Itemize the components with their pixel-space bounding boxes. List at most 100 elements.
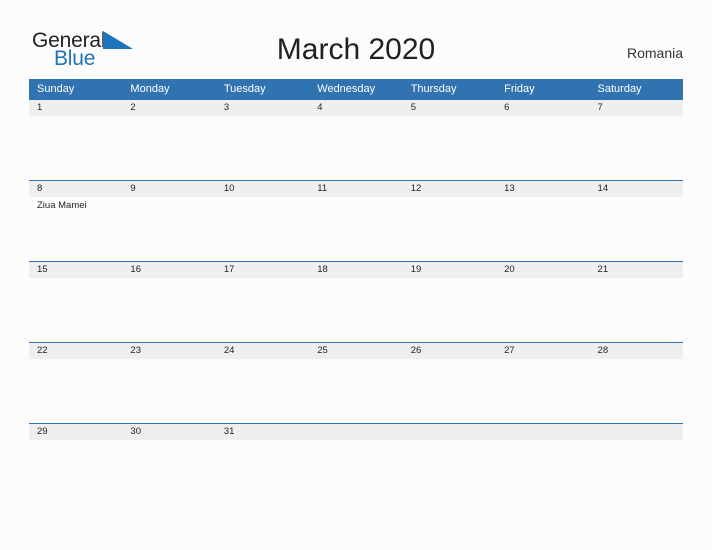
day-number: 21 xyxy=(589,262,683,278)
day-cell-inner xyxy=(496,424,590,504)
day-events xyxy=(496,278,589,281)
calendar-body: 1 2 3 4 5 6 7 8 Ziua Mamei 9 10 11 12 13 14 15 16 17 18 19 2… xyxy=(29,99,683,504)
day-number: 20 xyxy=(496,262,590,278)
calendar-day-cell[interactable]: 20 xyxy=(496,261,590,343)
day-number: 25 xyxy=(309,343,403,359)
calendar-day-cell[interactable]: 18 xyxy=(309,261,403,343)
day-cell-inner: 16 xyxy=(122,262,216,342)
calendar-page: General Blue March 2020 Romania Sunday M… xyxy=(0,0,712,550)
day-events xyxy=(403,197,496,200)
day-cell-inner: 22 xyxy=(29,343,123,423)
calendar-day-cell[interactable]: 13 xyxy=(496,180,590,262)
day-number: 16 xyxy=(122,262,216,278)
calendar-day-cell[interactable]: 15 xyxy=(29,261,123,343)
calendar-day-cell[interactable]: 7 xyxy=(589,99,683,181)
calendar-day-cell[interactable]: 14 xyxy=(589,180,683,262)
page-header: General Blue March 2020 Romania xyxy=(0,0,712,79)
calendar-day-cell[interactable]: 2 xyxy=(122,99,216,181)
day-cell-inner: 29 xyxy=(29,424,123,504)
calendar-day-cell[interactable]: 10 xyxy=(215,180,310,262)
day-events xyxy=(29,278,122,281)
calendar-day-cell[interactable]: 27 xyxy=(496,342,590,424)
day-cell-inner: 1 xyxy=(29,100,123,180)
calendar-day-cell[interactable]: 22 xyxy=(29,342,123,424)
calendar-day-cell[interactable] xyxy=(309,423,403,504)
calendar-day-cell[interactable]: 19 xyxy=(402,261,497,343)
day-cell-inner: 8 Ziua Mamei xyxy=(29,181,123,261)
day-events xyxy=(403,440,496,443)
calendar-day-cell[interactable] xyxy=(496,423,590,504)
calendar-day-cell[interactable]: 29 xyxy=(29,423,123,504)
calendar-week-row: 29 30 31 xyxy=(29,423,683,504)
calendar-day-cell[interactable]: 24 xyxy=(215,342,310,424)
calendar-table: Sunday Monday Tuesday Wednesday Thursday… xyxy=(29,79,683,504)
calendar-day-cell[interactable]: 1 xyxy=(29,99,123,181)
calendar-day-cell[interactable]: 4 xyxy=(309,99,403,181)
calendar-day-cell[interactable]: 16 xyxy=(122,261,216,343)
calendar-day-cell[interactable]: 11 xyxy=(309,180,403,262)
calendar-day-cell[interactable]: 25 xyxy=(309,342,403,424)
day-cell-inner: 26 xyxy=(402,343,497,423)
calendar-day-cell[interactable]: 5 xyxy=(402,99,497,181)
weekday-header-tuesday: Tuesday xyxy=(215,79,310,100)
day-cell-inner: 18 xyxy=(309,262,403,342)
day-events xyxy=(122,440,215,443)
calendar-day-cell[interactable]: 26 xyxy=(402,342,497,424)
calendar-day-cell[interactable]: 23 xyxy=(122,342,216,424)
calendar-day-cell[interactable]: 28 xyxy=(589,342,683,424)
calendar-day-cell[interactable]: 21 xyxy=(589,261,683,343)
calendar-week-row: 22 23 24 25 26 27 28 xyxy=(29,342,683,424)
day-number: 14 xyxy=(589,181,683,197)
calendar-week-row: 1234567 xyxy=(29,99,683,181)
day-events xyxy=(403,278,496,281)
day-events xyxy=(29,116,122,119)
day-events xyxy=(29,440,122,443)
calendar-week-row: 8 Ziua Mamei 9 10 11 12 13 14 xyxy=(29,180,683,262)
day-cell-inner: 5 xyxy=(402,100,497,180)
day-number xyxy=(496,424,590,440)
day-cell-inner: 28 xyxy=(589,343,683,423)
calendar-day-cell[interactable] xyxy=(402,423,497,504)
day-number: 1 xyxy=(29,100,123,116)
day-cell-inner: 15 xyxy=(29,262,123,342)
day-number: 22 xyxy=(29,343,123,359)
day-events xyxy=(590,440,683,443)
calendar-day-cell[interactable]: 17 xyxy=(215,261,310,343)
day-events xyxy=(309,116,402,119)
day-number xyxy=(402,424,497,440)
day-number: 10 xyxy=(215,181,310,197)
day-events xyxy=(309,440,402,443)
day-number: 12 xyxy=(402,181,497,197)
calendar-day-cell[interactable]: 9 xyxy=(122,180,216,262)
day-number: 18 xyxy=(309,262,403,278)
day-cell-inner: 11 xyxy=(309,181,403,261)
calendar-day-cell[interactable]: 31 xyxy=(215,423,310,504)
day-events xyxy=(590,359,683,362)
day-cell-inner: 23 xyxy=(122,343,216,423)
calendar-day-cell[interactable]: 8 Ziua Mamei xyxy=(29,180,123,262)
day-cell-inner xyxy=(309,424,403,504)
day-events xyxy=(122,359,215,362)
day-number: 2 xyxy=(122,100,216,116)
page-title: March 2020 xyxy=(276,33,436,66)
day-events xyxy=(216,440,309,443)
day-number xyxy=(309,424,403,440)
day-events xyxy=(309,197,402,200)
day-events xyxy=(496,440,589,443)
day-events xyxy=(122,278,215,281)
day-number: 24 xyxy=(215,343,310,359)
calendar-day-cell[interactable]: 6 xyxy=(496,99,590,181)
calendar-day-cell[interactable]: 3 xyxy=(215,99,310,181)
day-events xyxy=(403,359,496,362)
day-number: 19 xyxy=(402,262,497,278)
day-events xyxy=(122,197,215,200)
day-number: 31 xyxy=(215,424,310,440)
day-cell-inner: 6 xyxy=(496,100,590,180)
day-cell-inner: 3 xyxy=(215,100,310,180)
calendar-day-cell[interactable]: 12 xyxy=(402,180,497,262)
day-cell-inner: 30 xyxy=(122,424,216,504)
calendar-day-cell[interactable] xyxy=(589,423,683,504)
calendar-day-cell[interactable]: 30 xyxy=(122,423,216,504)
day-cell-inner: 21 xyxy=(589,262,683,342)
day-cell-inner: 13 xyxy=(496,181,590,261)
